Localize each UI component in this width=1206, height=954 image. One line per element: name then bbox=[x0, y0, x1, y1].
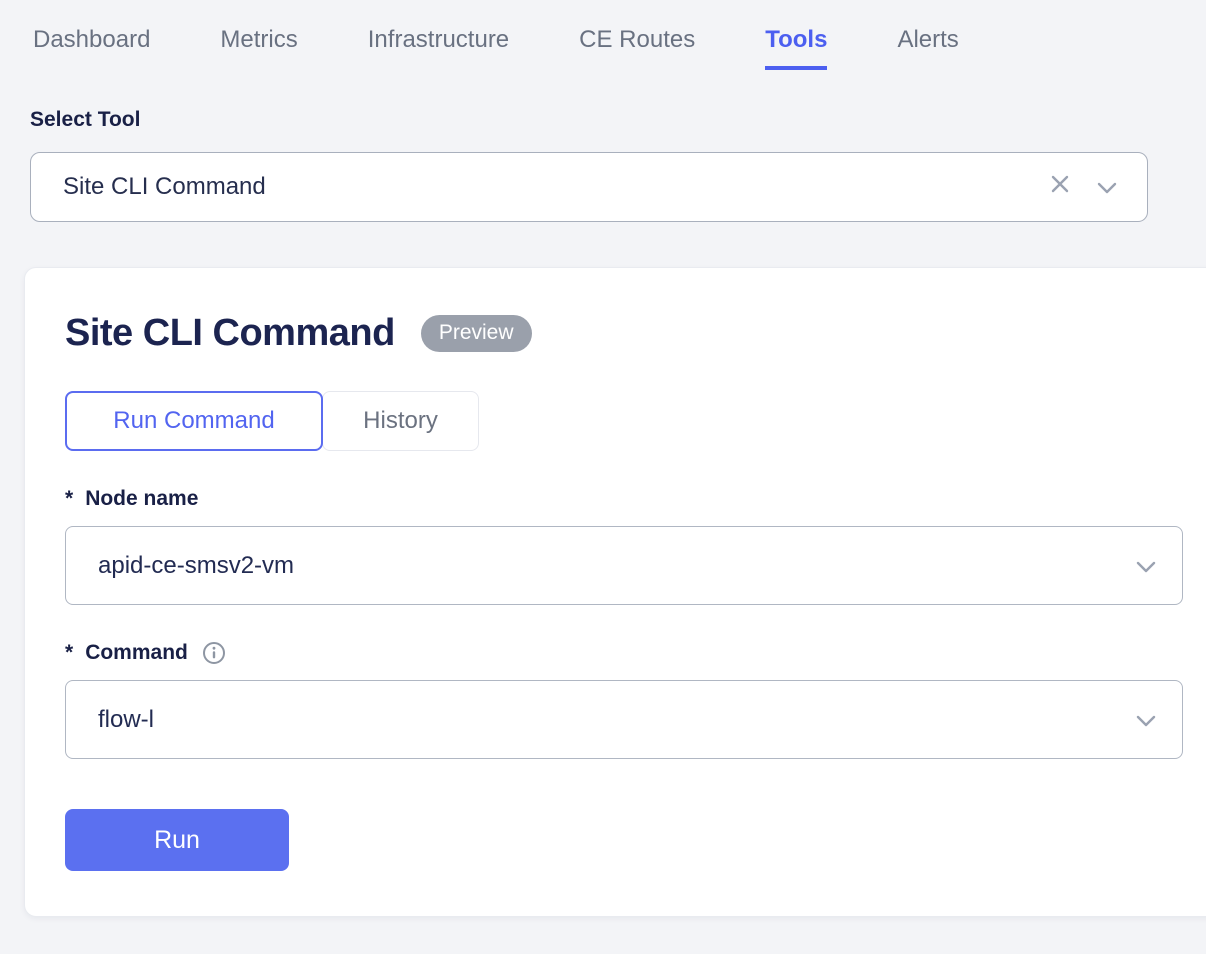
tab-history[interactable]: History bbox=[322, 391, 479, 451]
required-marker: * bbox=[65, 487, 73, 511]
tool-select-section: Select Tool Site CLI Command bbox=[30, 108, 1176, 222]
node-name-value: apid-ce-smsv2-vm bbox=[98, 552, 1136, 580]
nav-tab-alerts[interactable]: Alerts bbox=[897, 26, 958, 66]
select-tool-label: Select Tool bbox=[30, 108, 1176, 132]
node-name-field: * Node name apid-ce-smsv2-vm bbox=[65, 487, 1206, 605]
chevron-down-icon bbox=[1097, 173, 1117, 201]
preview-badge: Preview bbox=[421, 315, 532, 351]
run-button[interactable]: Run bbox=[65, 809, 289, 871]
panel-header: Site CLI Command Preview bbox=[65, 312, 1206, 355]
clear-selection-button[interactable] bbox=[1045, 169, 1075, 206]
chevron-down-icon bbox=[1136, 706, 1156, 734]
nav-tab-infrastructure[interactable]: Infrastructure bbox=[368, 26, 509, 66]
x-icon bbox=[1049, 173, 1071, 202]
command-label-text: Command bbox=[85, 641, 188, 665]
nav-tab-tools[interactable]: Tools bbox=[765, 26, 827, 70]
tool-select-value: Site CLI Command bbox=[63, 173, 1045, 201]
command-label: * Command bbox=[65, 641, 1206, 665]
top-navigation: Dashboard Metrics Infrastructure CE Rout… bbox=[0, 0, 1206, 70]
tab-run-command[interactable]: Run Command bbox=[65, 391, 323, 451]
command-value: flow-l bbox=[98, 706, 1136, 734]
node-name-label-text: Node name bbox=[85, 487, 198, 511]
chevron-down-icon bbox=[1136, 552, 1156, 580]
nav-tab-metrics[interactable]: Metrics bbox=[220, 26, 297, 66]
panel-tabs: Run Command History bbox=[65, 391, 1206, 451]
site-cli-command-panel: Site CLI Command Preview Run Command His… bbox=[24, 267, 1206, 917]
command-field: * Command flow-l bbox=[65, 641, 1206, 759]
info-icon[interactable] bbox=[202, 641, 226, 665]
node-name-select[interactable]: apid-ce-smsv2-vm bbox=[65, 526, 1183, 605]
tool-select-dropdown-button[interactable] bbox=[1093, 169, 1121, 205]
tool-select-combobox[interactable]: Site CLI Command bbox=[30, 152, 1148, 222]
nav-tab-ce-routes[interactable]: CE Routes bbox=[579, 26, 695, 66]
node-name-label: * Node name bbox=[65, 487, 1206, 511]
required-marker: * bbox=[65, 641, 73, 665]
command-select[interactable]: flow-l bbox=[65, 680, 1183, 759]
panel-title: Site CLI Command bbox=[65, 312, 395, 355]
nav-tab-dashboard[interactable]: Dashboard bbox=[33, 26, 150, 66]
